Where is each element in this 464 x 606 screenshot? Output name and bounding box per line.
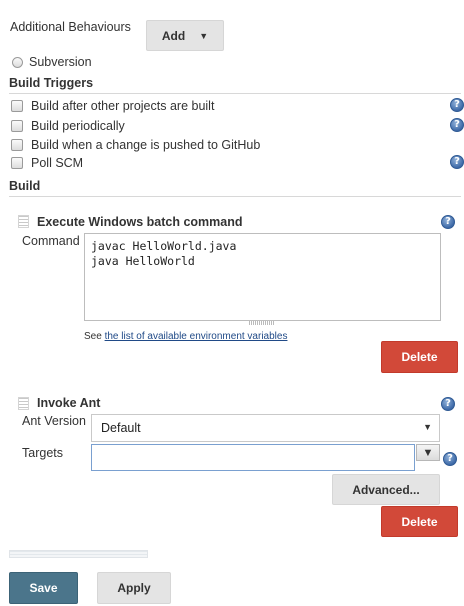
trigger-checkbox-periodically[interactable] — [11, 120, 23, 132]
chevron-down-icon: ▼ — [422, 446, 434, 459]
help-icon[interactable]: ? — [450, 155, 464, 169]
caret-down-icon: ▼ — [199, 30, 209, 41]
build-triggers-title: Build Triggers — [9, 76, 94, 90]
advanced-button[interactable]: Advanced... — [332, 474, 440, 505]
trigger-checkbox-poll-scm[interactable] — [11, 157, 23, 169]
subversion-label: Subversion — [29, 55, 92, 69]
expand-targets-button[interactable]: ▼ — [416, 444, 440, 461]
windows-batch-title: Execute Windows batch command — [37, 215, 243, 229]
help-icon[interactable]: ? — [450, 118, 464, 132]
trigger-checkbox-after-other-projects[interactable] — [11, 100, 23, 112]
subversion-radio[interactable] — [12, 57, 23, 68]
drag-handle-icon[interactable] — [18, 215, 29, 228]
delete-invoke-ant-button[interactable]: Delete — [381, 506, 458, 537]
build-triggers-divider — [9, 93, 461, 94]
apply-button[interactable]: Apply — [97, 572, 171, 604]
targets-label: Targets — [22, 446, 63, 460]
trigger-label-github-push: Build when a change is pushed to GitHub — [31, 138, 261, 152]
invoke-ant-title: Invoke Ant — [37, 396, 101, 410]
additional-behaviours-label: Additional Behaviours — [10, 20, 131, 34]
command-textarea[interactable]: javac HelloWorld.java java HelloWorld — [84, 233, 441, 321]
chevron-down-icon: ▼ — [423, 422, 432, 432]
help-icon[interactable]: ? — [441, 397, 455, 411]
command-label: Command — [22, 234, 80, 248]
env-vars-see: See — [84, 331, 102, 342]
delete-windows-batch-button[interactable]: Delete — [381, 341, 458, 373]
save-button[interactable]: Save — [9, 572, 78, 604]
help-icon[interactable]: ? — [450, 98, 464, 112]
drag-handle-icon[interactable] — [18, 397, 29, 410]
targets-input[interactable] — [91, 444, 415, 471]
textarea-resize-grip[interactable] — [249, 321, 275, 325]
ant-version-value: Default — [101, 421, 141, 435]
add-build-step-bar[interactable] — [9, 550, 148, 558]
help-icon[interactable]: ? — [441, 215, 455, 229]
ant-version-select[interactable]: Default ▼ — [91, 414, 440, 442]
trigger-label-poll-scm: Poll SCM — [31, 156, 84, 170]
trigger-label-periodically: Build periodically — [31, 119, 125, 133]
env-vars-link[interactable]: the list of available environment variab… — [105, 331, 288, 342]
trigger-label-after-other-projects: Build after other projects are built — [31, 99, 215, 113]
build-divider — [9, 196, 461, 197]
ant-version-label: Ant Version — [22, 414, 86, 428]
add-behaviour-button[interactable]: Add ▼ — [146, 20, 224, 51]
add-button-label: Add — [161, 28, 186, 43]
help-icon[interactable]: ? — [443, 452, 457, 466]
trigger-checkbox-github-push[interactable] — [11, 139, 23, 151]
build-title: Build — [9, 179, 41, 193]
